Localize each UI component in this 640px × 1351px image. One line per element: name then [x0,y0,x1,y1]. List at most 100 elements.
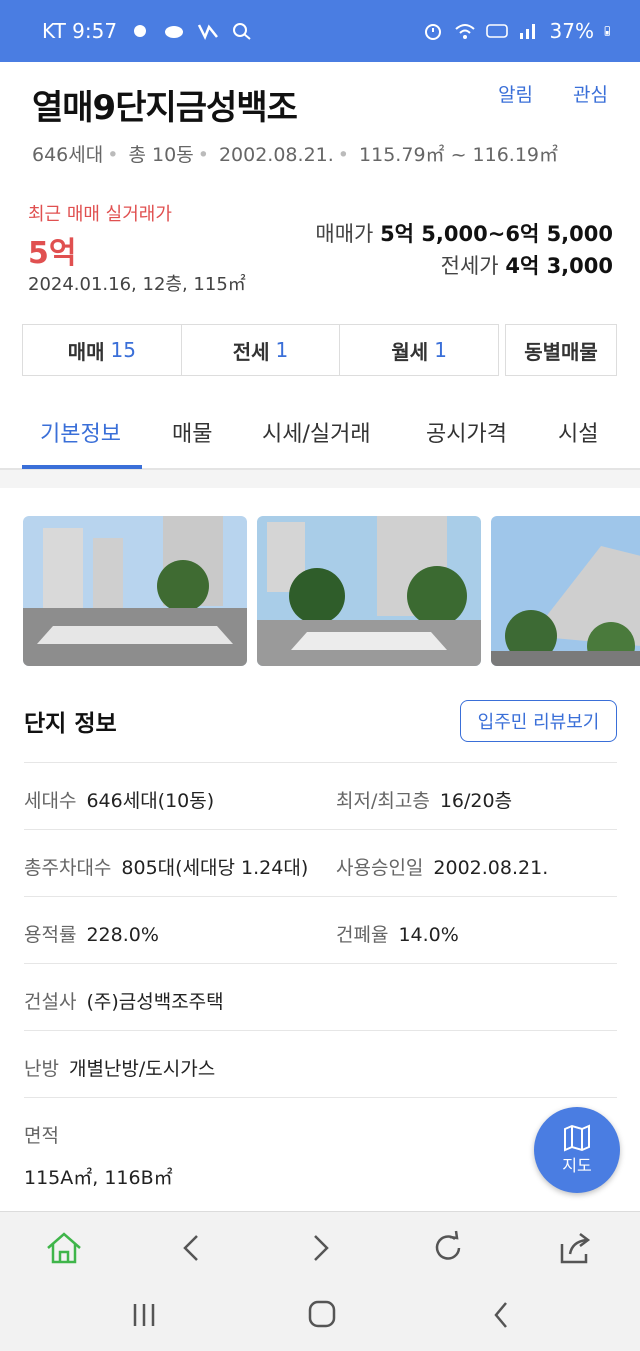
deal-tab-jeonse[interactable]: 전세 1 [180,324,341,376]
divider [24,1097,617,1098]
info-value: 개별난방/도시가스 [68,1058,216,1080]
info-value: (주)금성백조주택 [86,991,224,1013]
tab-listings[interactable]: 매물 [172,416,212,448]
jeonse-price-row: 전세가 4억 3,000 [315,250,613,282]
tab-official-price[interactable]: 공시가격 [426,416,507,448]
info-value: 805대(세대당 1.24대) [121,857,309,879]
info-parking: 총주차대수 805대(세대당 1.24대) [24,853,308,880]
map-button[interactable]: 지도 [534,1107,620,1193]
info-value: 646세대(10동) [86,790,215,812]
favorite-link[interactable]: 관심 [573,80,608,107]
back-arrow-icon[interactable] [172,1228,212,1268]
divider [24,762,617,763]
info-key: 세대수 [24,790,77,812]
deal-type-tabs: 매매 15 전세 1 월세 1 동별매물 [22,324,618,376]
browser-bottom-bar [0,1211,640,1351]
battery-icon [604,26,610,36]
wifi-icon [454,24,475,39]
meta-approval: 2002.08.21. [218,144,334,166]
info-value: 2002.08.21. [433,857,549,879]
section-divider [0,470,640,488]
info-key: 건폐율 [336,924,389,946]
meta-buildings: 총 10동 [128,144,194,166]
deal-tab-monthly[interactable]: 월세 1 [339,324,500,376]
recent-price-value: 5억 [28,236,77,271]
info-value: 14.0% [398,924,459,946]
complex-meta: 646세대 • 총 10동 • 2002.08.21. • 115.79㎡ ~ 116… [32,144,559,166]
complex-info-title: 단지 정보 [24,711,117,737]
info-key: 총주차대수 [24,857,112,879]
info-area: 면적 [24,1121,69,1148]
deal-tab-count: 15 [110,338,136,362]
active-tab-indicator [22,465,142,469]
battery-percent: 37% [549,19,594,43]
info-value: 16/20층 [439,790,513,812]
header-links: 알림 관심 [498,80,608,107]
deal-tab-label: 매매 [67,339,105,364]
system-back-icon[interactable] [482,1298,522,1332]
map-icon [564,1124,590,1152]
section-nav-tabs: 기본정보 매물 시세/실거래 공시가격 시설 [0,398,640,470]
status-bar: KT 9:57 37% [0,0,640,62]
carrier-time: KT 9:57 [42,19,118,43]
signal-icon [519,24,535,39]
page-content: 열매9단지금성백조 알림 관심 646세대 • 총 10동 • 2002.08.21… [0,62,640,1211]
info-key: 면적 [24,1125,59,1147]
info-floors: 최저/최고층 16/20층 [336,786,512,813]
deal-tab-label: 전세 [232,339,270,364]
page-title: 열매9단지금성백조 [32,88,298,128]
deal-tab-count: 1 [275,338,289,362]
deal-tab-sale[interactable]: 매매 15 [22,324,182,376]
info-heating: 난방 개별난방/도시가스 [24,1054,215,1081]
jeonse-price-value: 4억 3,000 [505,254,613,278]
complex-photo[interactable] [257,516,481,666]
sale-price-row: 매매가 5억 5,000~6억 5,000 [315,218,613,250]
info-approval: 사용승인일 2002.08.21. [336,853,548,880]
complex-photo[interactable] [23,516,247,666]
hd-icon [485,24,508,38]
info-bcr: 건폐율 14.0% [336,920,459,947]
share-icon[interactable] [556,1228,596,1268]
info-far: 용적률 228.0% [24,920,159,947]
tab-basic-info[interactable]: 기본정보 [40,416,121,448]
info-key: 건설사 [24,991,77,1013]
sale-price-value: 5억 5,000~6억 5,000 [380,222,613,246]
divider [24,963,617,964]
info-households: 세대수 646세대(10동) [24,786,214,813]
home-icon[interactable] [44,1228,84,1268]
info-key: 용적률 [24,924,77,946]
info-area-value: 115A㎡, 116B㎡ [24,1167,173,1189]
notification-icon [134,25,147,37]
divider [24,896,617,897]
search-icon [233,23,251,40]
recent-price-label: 최근 매매 실거래가 [28,204,172,225]
complex-photo[interactable] [491,516,640,666]
map-button-label: 지도 [562,1156,592,1175]
info-key: 난방 [24,1058,59,1080]
tab-market-price[interactable]: 시세/실거래 [262,416,371,448]
refresh-icon[interactable] [428,1228,468,1268]
resident-review-button[interactable]: 입주민 리뷰보기 [460,700,617,742]
tab-facilities[interactable]: 시설 [558,416,598,448]
jeonse-price-label: 전세가 [440,254,499,278]
info-value: 228.0% [86,924,159,946]
recent-apps-icon[interactable] [124,1298,164,1332]
cloud-icon [165,26,184,38]
info-key: 사용승인일 [336,857,424,879]
forward-arrow-icon[interactable] [300,1228,340,1268]
meta-households: 646세대 [32,144,104,166]
photo-strip [23,516,640,668]
info-builder: 건설사 (주)금성백조주택 [24,987,224,1014]
sale-price-label: 매매가 [315,222,374,246]
deal-tab-label: 월세 [391,339,429,364]
alarm-icon [424,24,441,40]
info-key: 최저/최고층 [336,790,430,812]
alarm-link[interactable]: 알림 [498,80,533,107]
meta-area-range: 115.79㎡ ~ 116.19㎡ [359,144,559,166]
dongbyeol-listing-button[interactable]: 동별매물 [505,324,618,376]
network-icon [197,24,219,41]
system-home-icon[interactable] [302,1298,342,1332]
recent-price-detail: 2024.01.16, 12층, 115㎡ [28,274,246,295]
divider [24,1030,617,1031]
divider [24,829,617,830]
